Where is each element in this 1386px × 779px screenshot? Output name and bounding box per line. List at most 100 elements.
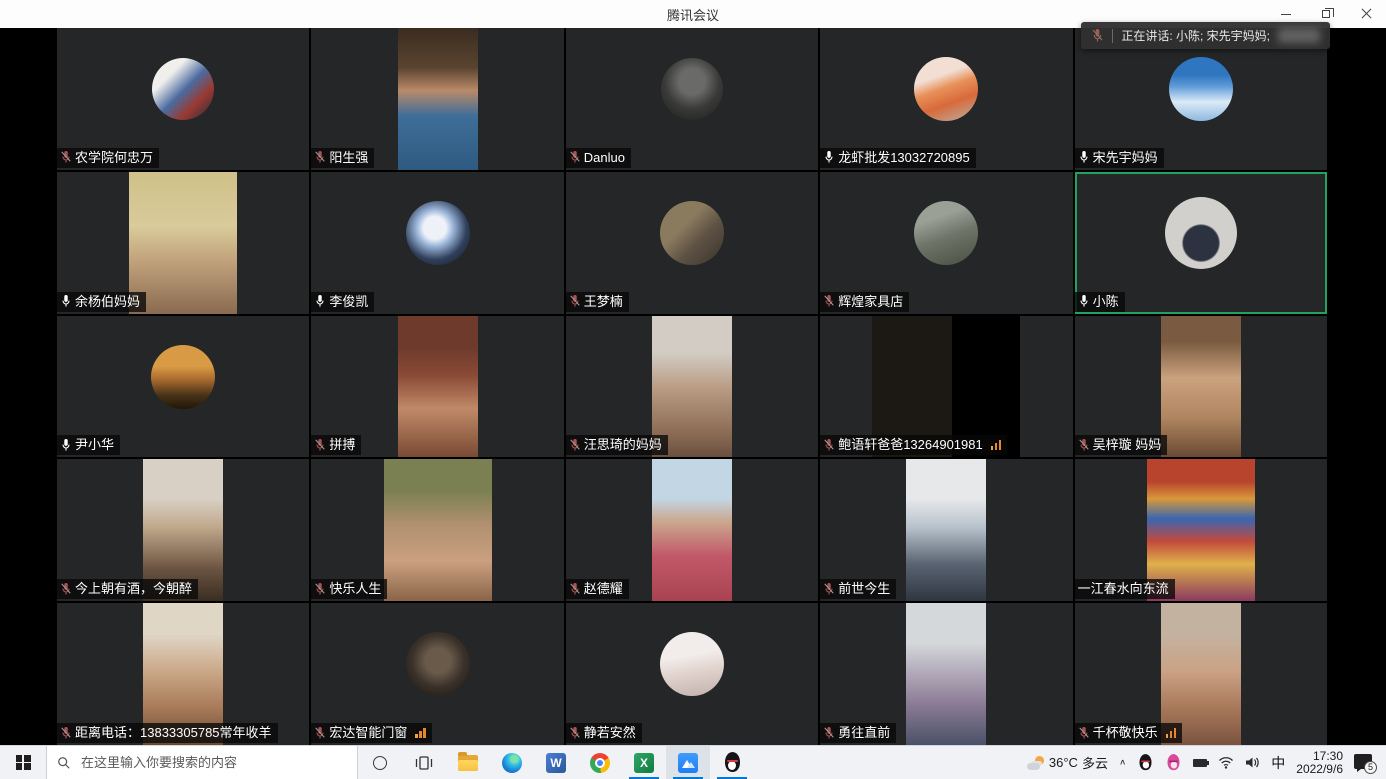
participant-nametag: 勇往直前 [820, 723, 896, 743]
excel-button[interactable]: X [622, 746, 666, 779]
participant-tile[interactable]: 宏达智能门窗 [311, 603, 563, 745]
participant-tile[interactable]: 今上朝有酒，今朝醉 [57, 459, 309, 601]
search-icon [57, 756, 71, 770]
word-button[interactable]: W [534, 746, 578, 779]
network-signal-icon [1166, 728, 1177, 738]
participant-avatar [661, 58, 723, 120]
close-icon [1361, 9, 1371, 19]
participant-tile[interactable]: 鲍语轩爸爸13264901981 [820, 316, 1072, 458]
participant-tile[interactable]: 尹小华 [57, 316, 309, 458]
participant-grid: 农学院何忠万 阳生强 Danluo 龙虾批发13032720895 宋先宇妈妈余杨伯妈妈… [57, 28, 1327, 745]
mic-icon [1078, 294, 1090, 308]
participant-tile[interactable]: 农学院何忠万 [57, 28, 309, 170]
mic-muted-icon [569, 438, 581, 452]
participant-tile[interactable]: 一江春水向东流 [1075, 459, 1327, 601]
battery-icon[interactable] [1193, 759, 1207, 767]
participant-tile[interactable]: 汪思琦的妈妈 [566, 316, 818, 458]
participant-avatar [1165, 197, 1237, 269]
mic-muted-icon [60, 726, 72, 740]
meeting-stage: 农学院何忠万 阳生强 Danluo 龙虾批发13032720895 宋先宇妈妈余杨伯妈妈… [0, 28, 1386, 745]
start-button[interactable] [0, 746, 46, 779]
participant-avatar [151, 345, 215, 409]
participant-tile[interactable]: 距离电话：13833305785常年收羊 [57, 603, 309, 745]
task-view-button[interactable] [402, 746, 446, 779]
mic-icon [314, 294, 326, 308]
participant-tile[interactable]: 宋先宇妈妈 [1075, 28, 1327, 170]
excel-icon: X [634, 753, 654, 773]
participant-name: 拼搏 [329, 435, 355, 454]
participant-tile[interactable]: 拼搏 [311, 316, 563, 458]
mic-muted-icon [569, 294, 581, 308]
clock[interactable]: 17:30 2022/9/6 [1296, 750, 1343, 776]
participant-avatar [914, 201, 978, 265]
participant-tile[interactable]: 前世今生 [820, 459, 1072, 601]
participant-name: 王梦楠 [584, 292, 623, 311]
participant-tile[interactable]: 王梦楠 [566, 172, 818, 314]
participant-nametag: 辉煌家具店 [820, 292, 909, 312]
mic-icon [1078, 150, 1090, 164]
participant-nametag: 王梦楠 [566, 292, 629, 312]
participant-tile[interactable]: 余杨伯妈妈 [57, 172, 309, 314]
tencent-meeting-icon [678, 753, 698, 773]
participant-name: 小陈 [1093, 292, 1119, 311]
mic-muted-icon [1078, 726, 1090, 740]
participant-name: 尹小华 [75, 435, 114, 454]
participant-name: 阳生强 [329, 148, 368, 167]
mic-icon [60, 438, 72, 452]
participant-tile[interactable]: 赵德耀 [566, 459, 818, 601]
search-input[interactable] [79, 754, 347, 771]
mic-muted-icon [314, 582, 326, 596]
weather-temp: 36°C [1049, 755, 1078, 770]
tencent-meeting-button[interactable] [666, 746, 710, 779]
windows-taskbar: W X 36°C 多云 ∧ [0, 745, 1386, 779]
participant-tile[interactable]: 辉煌家具店 [820, 172, 1072, 314]
participant-tile[interactable]: 小陈 [1075, 172, 1327, 314]
tray-overflow-chevron-icon[interactable]: ∧ [1119, 758, 1126, 767]
taskbar-search[interactable] [46, 746, 358, 779]
participant-tile[interactable]: 快乐人生 [311, 459, 563, 601]
participant-tile[interactable]: 静若安然 [566, 603, 818, 745]
participant-tile[interactable]: 吴梓璇 妈妈 [1075, 316, 1327, 458]
volume-icon[interactable] [1245, 756, 1260, 769]
participant-name: 吴梓璇 妈妈 [1093, 435, 1162, 454]
participant-tile[interactable]: 千杯敬快乐 [1075, 603, 1327, 745]
edge-button[interactable] [490, 746, 534, 779]
participant-nametag: Danluo [566, 148, 631, 168]
close-button[interactable] [1346, 0, 1386, 28]
participant-nametag: 农学院何忠万 [57, 148, 159, 168]
qq-icon [724, 752, 741, 773]
participant-name: 农学院何忠万 [75, 148, 153, 167]
network-icon[interactable] [1218, 756, 1234, 769]
participant-tile[interactable]: 李俊凯 [311, 172, 563, 314]
qq-tray-icon[interactable] [1139, 754, 1153, 771]
participant-tile[interactable]: 龙虾批发13032720895 [820, 28, 1072, 170]
weather-widget[interactable]: 36°C 多云 [1027, 753, 1108, 772]
speaking-toast: 正在讲话: 小陈; 宋先宇妈妈; [1081, 22, 1330, 49]
chrome-button[interactable] [578, 746, 622, 779]
participant-name: 李俊凯 [329, 292, 368, 311]
participant-nametag: 宏达智能门窗 [311, 723, 432, 743]
notification-center-button[interactable]: 5 [1354, 754, 1374, 772]
participant-name: 宋先宇妈妈 [1093, 148, 1158, 167]
participant-nametag: 静若安然 [566, 723, 642, 743]
participant-tile[interactable]: Danluo [566, 28, 818, 170]
participant-name: Danluo [584, 148, 625, 167]
qq-pink-tray-icon[interactable] [1167, 754, 1181, 771]
toast-divider [1112, 29, 1113, 43]
participant-name: 余杨伯妈妈 [75, 292, 140, 311]
mic-muted-icon [823, 438, 835, 452]
participant-nametag: 千杯敬快乐 [1075, 723, 1183, 743]
participant-avatar [406, 632, 470, 696]
participant-tile[interactable]: 勇往直前 [820, 603, 1072, 745]
file-explorer-icon [458, 755, 478, 771]
participant-tile[interactable]: 阳生强 [311, 28, 563, 170]
mic-icon [60, 294, 72, 308]
speaker-mic-icon [1091, 28, 1104, 43]
cortana-button[interactable] [358, 746, 402, 779]
task-view-icon [415, 755, 433, 771]
participant-nametag: 赵德耀 [566, 579, 629, 599]
ime-indicator[interactable]: 中 [1271, 753, 1285, 773]
qq-button[interactable] [710, 746, 754, 779]
network-signal-icon [415, 728, 426, 738]
file-explorer-button[interactable] [446, 746, 490, 779]
